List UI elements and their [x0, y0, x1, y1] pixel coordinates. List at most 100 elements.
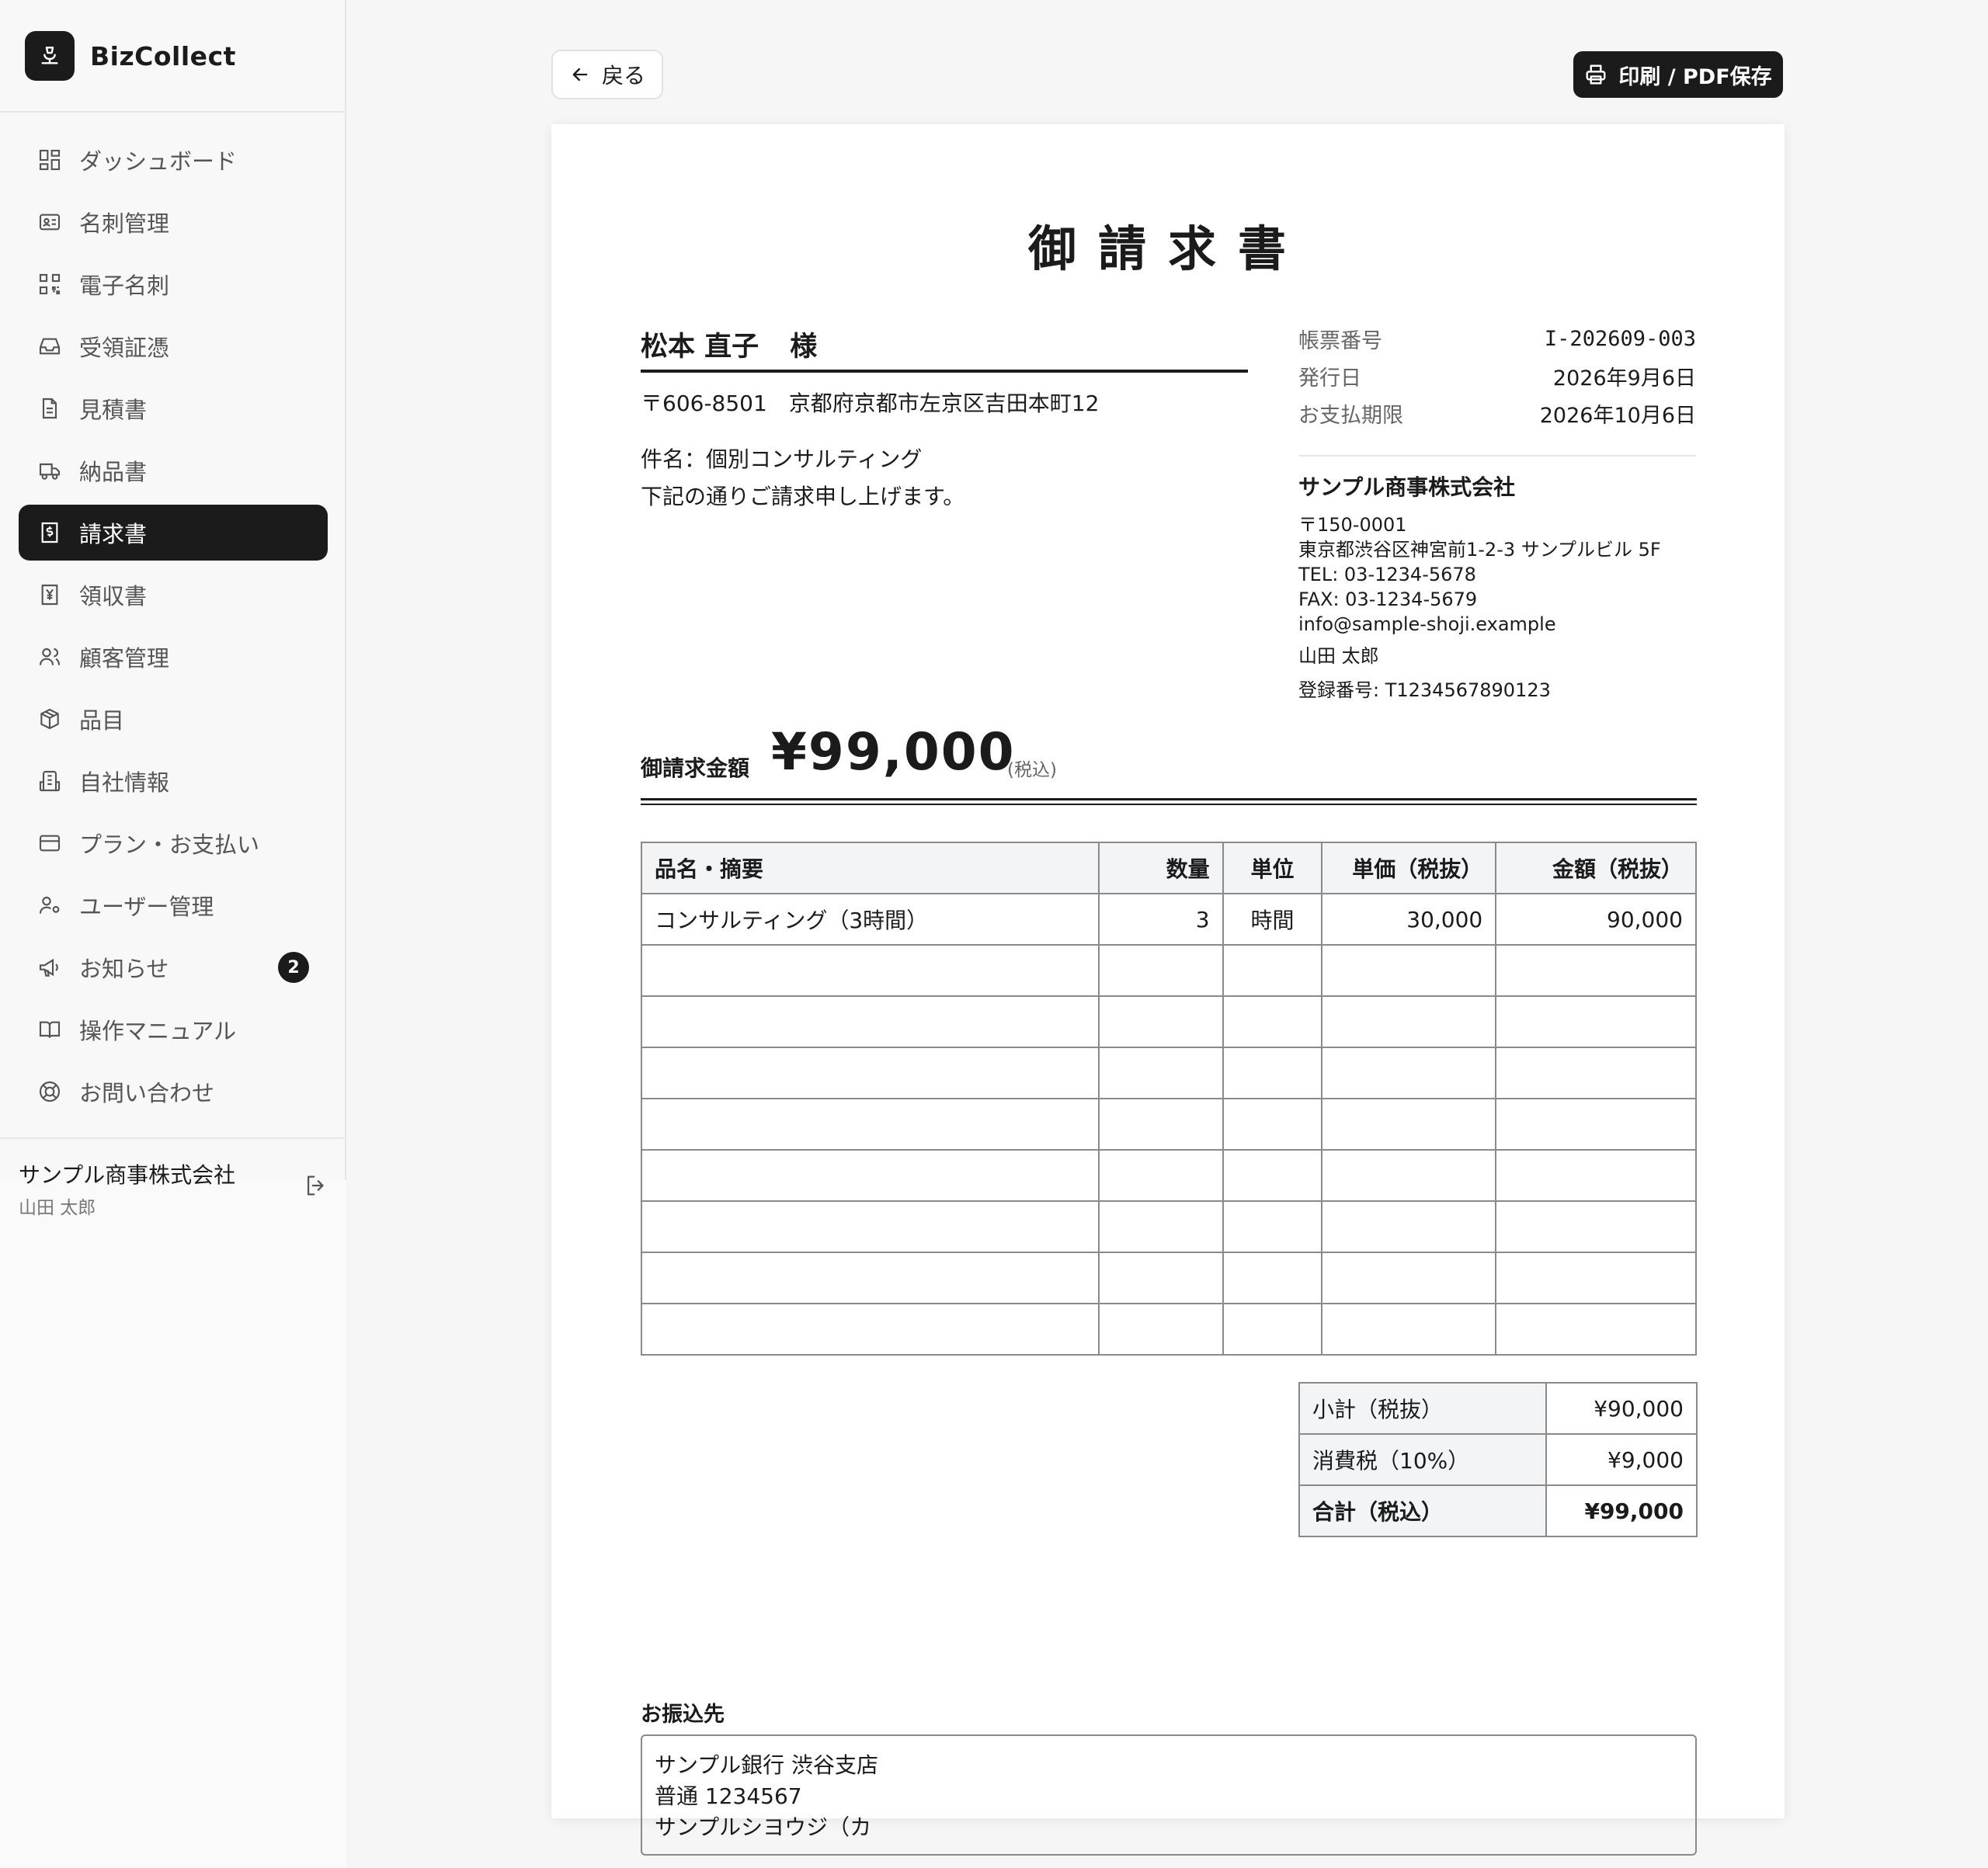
sidebar-item-dashboard[interactable]: ダッシュボード — [19, 132, 328, 188]
package-icon — [40, 708, 59, 730]
totals-table: 小計（税抜） ¥90,000 消費税（10%） ¥9,000 合計（税込） ¥9… — [1298, 1382, 1698, 1537]
table-cell-empty — [1222, 1098, 1323, 1151]
sidebar-item-receipts[interactable]: 領収書 — [19, 567, 328, 623]
logout-icon[interactable] — [303, 1172, 329, 1199]
amount-label: 御請求金額 — [641, 755, 750, 781]
column-header: 金額（税抜） — [1495, 842, 1697, 894]
sidebar-panel: BizCollect ダッシュボード 名刺管理 電子名刺 受領証憑 見積書 納品… — [0, 0, 346, 1218]
sidebar-item-products[interactable]: 品目 — [19, 691, 328, 747]
bank-info: サンプル銀行 渋谷支店 普通 1234567 サンプルシヨウジ（カ — [641, 1734, 1697, 1856]
sidebar-item-label: 領収書 — [79, 583, 148, 609]
sidebar-item-manual[interactable]: 操作マニュアル — [19, 1002, 328, 1057]
amount-value: ¥99,000 — [771, 722, 1016, 782]
meta-label: 発行日 — [1298, 366, 1361, 391]
sidebar-item-customers[interactable]: 顧客管理 — [19, 629, 328, 685]
invoice-amount: 御請求金額 ¥99,000 (税込) — [641, 722, 1697, 784]
back-button[interactable]: 戻る — [551, 50, 663, 99]
meta-row: 帳票番号 I-202609-003 — [1298, 320, 1696, 357]
sidebar-item-label: 請求書 — [79, 521, 148, 547]
sidebar-item-label: お知らせ — [79, 956, 169, 982]
building-icon — [39, 770, 61, 792]
table-cell-empty — [1222, 1047, 1323, 1099]
table-cell-empty — [1222, 1200, 1323, 1253]
issuer-info: サンプル商事株式会社 〒150-0001 東京都渋谷区神宮前1-2-3 サンプル… — [1298, 470, 1733, 705]
bank-label: お振込先 — [641, 1703, 725, 1727]
table-cell-empty — [641, 995, 1100, 1048]
users-icon — [39, 648, 61, 665]
table-cell-empty — [641, 1252, 1100, 1304]
table-row-empty — [641, 1303, 1697, 1356]
credit-card-icon — [39, 835, 61, 852]
item-unit: 時間 — [1222, 893, 1323, 946]
divider — [1298, 455, 1696, 457]
recipient-name-block: 松本 直子 様 — [641, 325, 1248, 373]
subject-block: 件名：個別コンサルティング 下記の通りご請求申し上げます。 — [641, 441, 964, 516]
table-cell-empty — [1495, 1149, 1697, 1202]
sidebar-item-label: 名刺管理 — [79, 210, 170, 237]
table-row: コンサルティング（3時間） 3 時間 30,000 90,000 — [641, 893, 1697, 946]
sidebar-item-label: ユーザー管理 — [79, 894, 214, 920]
invoice-message: 下記の通りご請求申し上げます。 — [641, 484, 965, 509]
brand-logo-icon — [25, 31, 75, 81]
qr-code-icon — [39, 273, 61, 295]
table-cell-empty — [641, 1149, 1100, 1202]
dashboard-icon — [39, 149, 61, 171]
tax-row: 消費税（10%） ¥9,000 — [1298, 1433, 1698, 1486]
table-cell-empty — [1495, 1098, 1697, 1151]
sidebar-item-announcements[interactable]: お知らせ 2 — [19, 939, 328, 995]
account-user: 山田 太郎 — [19, 1198, 96, 1218]
column-header: 単価（税抜） — [1321, 842, 1497, 894]
account-info: サンプル商事株式会社 山田 太郎 — [19, 1158, 329, 1219]
sidebar-item-quotes[interactable]: 見積書 — [19, 380, 328, 436]
table-cell-empty — [1321, 944, 1497, 997]
divider — [0, 111, 346, 113]
sidebar-item-digital-cards[interactable]: 電子名刺 — [19, 256, 328, 312]
subject-line: 件名：個別コンサルティング — [641, 446, 923, 472]
print-button-label: 印刷 / PDF保存 — [1618, 64, 1772, 89]
bank-name: サンプル銀行 渋谷支店 — [655, 1752, 879, 1778]
total-label: 合計（税込） — [1298, 1484, 1547, 1537]
sidebar-item-label: 顧客管理 — [79, 645, 170, 672]
item-quantity: 3 — [1097, 893, 1224, 946]
table-cell-empty — [1097, 1149, 1224, 1202]
sidebar-item-user-management[interactable]: ユーザー管理 — [19, 877, 328, 933]
table-cell-empty — [1222, 1149, 1323, 1202]
truck-icon — [39, 463, 61, 480]
sidebar-item-label: 品目 — [79, 707, 125, 734]
column-header: 数量 — [1097, 842, 1224, 894]
issuer-fax: FAX: 03-1234-5679 — [1298, 589, 1478, 610]
sidebar-item-business-cards[interactable]: 名刺管理 — [19, 194, 328, 250]
sidebar-item-label: 見積書 — [79, 397, 148, 423]
sidebar-item-delivery-notes[interactable]: 納品書 — [19, 443, 328, 498]
issuer-postal: 〒150-0001 — [1298, 514, 1407, 536]
sidebar-item-received-documents[interactable]: 受領証憑 — [19, 318, 328, 374]
book-icon — [39, 1021, 61, 1038]
bank-account-holder: サンプルシヨウジ（カ — [655, 1814, 872, 1840]
sidebar-item-invoices[interactable]: 請求書 — [19, 505, 328, 561]
table-row-empty — [641, 1200, 1697, 1253]
table-cell-empty — [1495, 1200, 1697, 1253]
table-cell-empty — [1222, 1303, 1323, 1356]
table-cell-empty — [1495, 944, 1697, 997]
table-cell-empty — [1321, 1149, 1497, 1202]
column-header: 単位 — [1222, 842, 1323, 894]
app-name: BizCollect — [90, 40, 236, 71]
table-cell-empty — [641, 1047, 1100, 1099]
issuer-email: info@sample-shoji.example — [1298, 613, 1556, 635]
table-cell-empty — [1495, 1252, 1697, 1304]
sidebar-item-contact[interactable]: お問い合わせ — [19, 1064, 328, 1120]
meta-label: 帳票番号 — [1298, 328, 1382, 353]
brand[interactable]: BizCollect — [25, 31, 236, 81]
divider — [641, 804, 1697, 805]
issuer-tel: TEL: 03-1234-5678 — [1298, 564, 1476, 585]
arrow-left-icon — [572, 68, 588, 82]
document-number: I-202609-003 — [1544, 326, 1696, 351]
printer-icon — [1586, 64, 1606, 85]
table-cell-empty — [641, 1303, 1100, 1356]
recipient-name: 松本 直子 — [641, 332, 759, 363]
sidebar-item-plan-billing[interactable]: プラン・お支払い — [19, 815, 328, 871]
print-pdf-button[interactable]: 印刷 / PDF保存 — [1573, 51, 1783, 98]
table-row-empty — [641, 1252, 1697, 1304]
sidebar-item-company-info[interactable]: 自社情報 — [19, 753, 328, 809]
table-cell-empty — [1097, 1252, 1224, 1304]
